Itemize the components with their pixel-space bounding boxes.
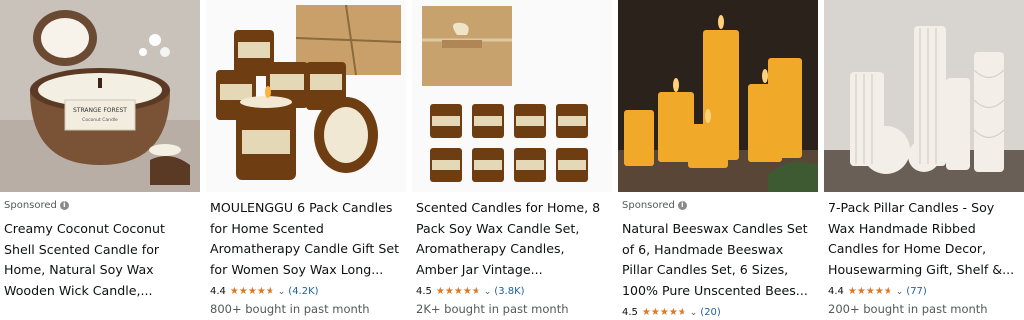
product-title[interactable]: Scented Candles for Home, 8 Pack Soy Wax… — [416, 198, 608, 280]
star-icon: ★ — [256, 285, 266, 297]
star-icon: ★ — [444, 285, 454, 297]
beeswax-pillar-candles-image — [618, 0, 818, 192]
half-star-icon: ★ — [677, 306, 687, 318]
rating-value: 4.4 — [210, 286, 226, 297]
product-image[interactable] — [206, 0, 406, 192]
star-rating[interactable]: ★ ★ ★ ★ ★ — [229, 285, 275, 297]
star-icon: ★ — [462, 285, 472, 297]
candle-label-text: STRANGE FOREST — [73, 107, 127, 114]
star-rating[interactable]: ★ ★ ★ ★ ★ — [847, 285, 893, 297]
sponsored-text: Sponsored — [4, 200, 57, 211]
product-card[interactable]: STRANGE FOREST Coconut Candle Sponsored … — [0, 0, 200, 320]
bought-count: 2K+ bought in past month — [416, 302, 569, 316]
half-star-icon: ★ — [265, 285, 275, 297]
chevron-down-icon[interactable]: ⌄ — [278, 287, 286, 297]
candle-label-subtext: Coconut Candle — [82, 117, 118, 123]
product-image[interactable] — [412, 0, 612, 192]
review-count-link[interactable]: (4.2K) — [288, 286, 318, 297]
review-count-link[interactable]: (20) — [700, 307, 721, 318]
star-icon: ★ — [659, 306, 669, 318]
rating-value: 4.5 — [416, 286, 432, 297]
bought-count: 200+ bought in past month — [828, 302, 988, 316]
star-icon: ★ — [453, 285, 463, 297]
product-card[interactable]: Sponsored i Natural Beeswax Candles Set … — [618, 0, 818, 320]
product-card[interactable]: Scented Candles for Home, 8 Pack Soy Wax… — [412, 0, 612, 320]
product-card[interactable]: 7-Pack Pillar Candles - Soy Wax Handmade… — [824, 0, 1024, 320]
review-count-link[interactable]: (77) — [906, 286, 927, 297]
coconut-candle-image: STRANGE FOREST Coconut Candle — [0, 0, 200, 192]
product-title[interactable]: Natural Beeswax Candles Set of 6, Handma… — [622, 219, 814, 301]
star-icon: ★ — [874, 285, 884, 297]
rating-value: 4.5 — [622, 307, 638, 318]
product-image[interactable] — [824, 0, 1024, 192]
rating-row: 4.5 ★ ★ ★ ★ ★ ⌄ (20) — [622, 307, 721, 318]
chevron-down-icon[interactable]: ⌄ — [896, 287, 904, 297]
star-icon: ★ — [238, 285, 248, 297]
star-rating[interactable]: ★ ★ ★ ★ ★ — [641, 306, 687, 318]
product-image[interactable] — [618, 0, 818, 192]
star-icon: ★ — [435, 285, 445, 297]
star-icon: ★ — [668, 306, 678, 318]
chevron-down-icon[interactable]: ⌄ — [690, 308, 698, 318]
sponsored-label[interactable]: Sponsored i — [622, 200, 687, 211]
info-icon[interactable]: i — [59, 201, 69, 210]
product-title[interactable]: 7-Pack Pillar Candles - Soy Wax Handmade… — [828, 198, 1020, 280]
product-card[interactable]: MOULENGGU 6 Pack Candles for Home Scente… — [206, 0, 406, 320]
star-icon: ★ — [229, 285, 239, 297]
rating-row: 4.4 ★ ★ ★ ★ ★ ⌄ (4.2K) — [210, 286, 319, 297]
product-title[interactable]: Creamy Coconut Coconut Shell Scented Can… — [4, 219, 196, 301]
chevron-down-icon[interactable]: ⌄ — [484, 287, 492, 297]
rating-row: 4.5 ★ ★ ★ ★ ★ ⌄ (3.8K) — [416, 286, 525, 297]
star-icon: ★ — [650, 306, 660, 318]
half-star-icon: ★ — [883, 285, 893, 297]
ribbed-pillar-candles-image — [824, 0, 1024, 192]
gift-box-candle-set-image — [412, 0, 612, 192]
sponsored-label[interactable]: Sponsored i — [4, 200, 69, 211]
half-star-icon: ★ — [471, 285, 481, 297]
review-count-link[interactable]: (3.8K) — [494, 286, 524, 297]
star-icon: ★ — [865, 285, 875, 297]
info-icon[interactable]: i — [677, 201, 687, 210]
bought-count: 800+ bought in past month — [210, 302, 370, 316]
product-carousel-row: STRANGE FOREST Coconut Candle Sponsored … — [0, 0, 1024, 320]
amber-jar-candle-set-image — [206, 0, 406, 192]
sponsored-text: Sponsored — [622, 200, 675, 211]
star-icon: ★ — [247, 285, 257, 297]
star-icon: ★ — [856, 285, 866, 297]
product-title[interactable]: MOULENGGU 6 Pack Candles for Home Scente… — [210, 198, 402, 280]
star-icon: ★ — [847, 285, 857, 297]
star-icon: ★ — [641, 306, 651, 318]
rating-value: 4.4 — [828, 286, 844, 297]
product-image[interactable]: STRANGE FOREST Coconut Candle — [0, 0, 200, 192]
star-rating[interactable]: ★ ★ ★ ★ ★ — [435, 285, 481, 297]
rating-row: 4.4 ★ ★ ★ ★ ★ ⌄ (77) — [828, 286, 927, 297]
